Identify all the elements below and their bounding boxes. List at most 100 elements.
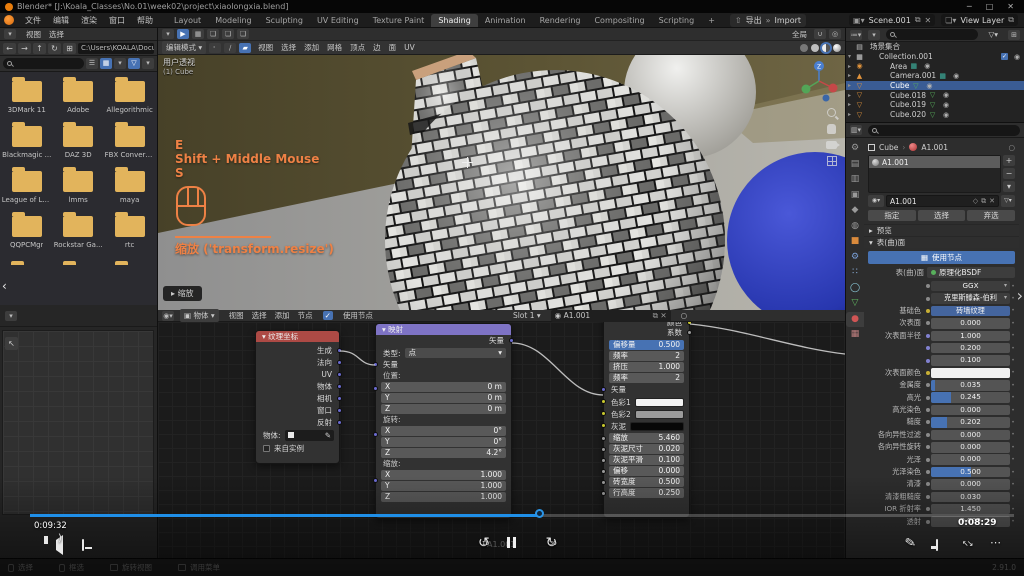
filter-icon[interactable]: ▽▾ (984, 29, 1002, 40)
disclosure-icon[interactable]: ▸ (846, 92, 853, 99)
outliner-row[interactable]: ▸ ▽ Cube ▽ ◉ (846, 80, 1024, 91)
socket-icon[interactable] (337, 420, 342, 425)
node-output-socket[interactable]: UV (256, 369, 342, 381)
value-field[interactable]: 频率 2 (609, 373, 684, 383)
visibility-eye-icon[interactable]: ◉ (922, 62, 932, 70)
editor-type-icon[interactable]: ▾ (162, 29, 174, 39)
menu-item[interactable]: 节点 (294, 310, 317, 321)
node-brick-texture[interactable]: 颜色 系数 偏移量 0.500 频率 2 挤压 1.000 频率 2 矢量 色彩1 (601, 322, 692, 518)
color-swatch[interactable] (931, 367, 1010, 379)
select-extend-icon[interactable]: ❏ (222, 29, 234, 39)
socket-icon[interactable] (601, 458, 606, 463)
add-slot-button[interactable]: + (1003, 155, 1015, 166)
scene-selector[interactable]: ▣▾ Scene.001 ⧉ ✕ (849, 14, 936, 26)
menu-item[interactable]: 窗口 (103, 15, 131, 26)
property-value-slider[interactable]: 1.450 (931, 503, 1010, 515)
property-value-slider[interactable]: 0.000 (931, 442, 1010, 453)
folder-item[interactable]: maya (104, 166, 155, 204)
mode-dropdown[interactable]: 编辑模式 ▾ (162, 41, 207, 54)
node-output-socket[interactable]: 相机 (256, 393, 342, 405)
workspace-tab[interactable]: Modeling (208, 14, 258, 27)
display-capture-icon[interactable] (82, 539, 84, 551)
minimize-button[interactable]: ─ (967, 2, 972, 11)
outliner-search-input[interactable] (886, 29, 979, 40)
unlink-icon[interactable]: ✕ (989, 197, 995, 205)
fullscreen-icon[interactable]: ↖↘ (962, 539, 973, 548)
action-button[interactable]: 选择 (917, 210, 966, 221)
menu-item[interactable]: 视图 (254, 42, 277, 53)
browse-material-icon[interactable]: ◉▾ (868, 195, 884, 207)
editor-type-icon[interactable]: ◉▾ (162, 310, 174, 321)
orientation-dropdown[interactable]: 全局 (788, 28, 811, 41)
list-view-toggle[interactable]: ☰ (86, 58, 98, 69)
properties-tab-icon[interactable]: ◍ (846, 219, 864, 235)
type-dropdown[interactable]: 点 ▾ (404, 348, 506, 358)
disclosure-icon[interactable]: ▸ (846, 72, 853, 79)
property-value-slider[interactable]: 0.000 (931, 429, 1010, 441)
folder-item[interactable]: League of Leg... (1, 166, 52, 204)
copy-icon[interactable]: ⧉ (981, 197, 986, 206)
properties-tab-icon[interactable]: ● (846, 311, 864, 327)
thumbnail-view-toggle[interactable]: ▦ (100, 58, 112, 69)
workspace-tab[interactable]: Rendering (533, 14, 588, 27)
disclosure-icon[interactable]: ▸ (846, 101, 853, 108)
material-preview-icon[interactable] (822, 43, 830, 52)
property-value-slider[interactable]: 1.000 (931, 330, 1010, 341)
value-field[interactable]: Y 0° (381, 437, 506, 447)
tool-icon[interactable]: ↖ (5, 337, 18, 350)
new-folder-button[interactable]: ⊞ (63, 42, 76, 54)
filter-icon[interactable]: ▽ (128, 58, 140, 69)
filter-type-icon[interactable]: ▾ (868, 29, 880, 40)
export-button[interactable]: 导出 (746, 15, 762, 26)
properties-tab-icon[interactable]: ▣ (846, 188, 864, 204)
value-field[interactable]: 频率 2 (609, 351, 684, 361)
fake-user-icon[interactable]: ◇ (973, 197, 978, 205)
workspace-tab[interactable]: Scripting (652, 14, 702, 27)
value-field[interactable]: X 1.000 (381, 470, 506, 480)
socket-icon[interactable] (509, 338, 514, 343)
socket-icon[interactable] (373, 362, 378, 367)
search-input[interactable] (3, 58, 84, 69)
socket-icon[interactable] (601, 469, 606, 474)
object-picker-field[interactable]: ✎ (284, 429, 334, 441)
shader-dropdown[interactable]: 原理化BSDF (927, 267, 1015, 278)
socket-icon[interactable] (687, 330, 692, 335)
properties-tab-icon[interactable]: ∷ (846, 265, 864, 281)
folder-item[interactable]: 3DMark 11 (1, 76, 52, 114)
back-button[interactable]: ← (3, 42, 16, 54)
visibility-eye-icon[interactable]: ◉ (941, 111, 951, 119)
property-value-slider[interactable]: 克里斯滕森-伯利 (931, 293, 1010, 304)
filter-dropdown[interactable]: ▽▾ (1001, 195, 1015, 207)
close-button[interactable]: ✕ (1007, 2, 1014, 11)
node-output-socket[interactable]: 法向 (256, 357, 342, 369)
node-output-socket[interactable]: 物体 (256, 381, 342, 393)
folder-item[interactable]: FBX Converte... (104, 121, 155, 159)
menu-item[interactable]: 编辑 (47, 15, 75, 26)
color-input-row[interactable]: 色彩1 (601, 396, 689, 408)
outliner-row[interactable]: ▸ ▽ Cube.018 ▽ ◉ (846, 90, 1024, 100)
value-field[interactable]: Z0 m (381, 404, 506, 414)
socket-icon[interactable] (337, 360, 342, 365)
workspace-tab[interactable]: UV Editing (310, 14, 366, 27)
value-input-row[interactable]: 灰泥平滑 0.100 (601, 455, 689, 465)
menu-item[interactable]: 选择 (45, 29, 68, 40)
properties-tab-icon[interactable]: ■ (846, 234, 864, 250)
maximize-button[interactable]: □ (986, 2, 994, 11)
property-value-slider[interactable]: 砖墙纹理 (931, 305, 1010, 317)
snap-icon[interactable]: ∪ (814, 29, 826, 39)
value-field[interactable]: Y0 m (381, 393, 506, 403)
visibility-eye-icon[interactable]: ◉ (951, 72, 961, 80)
outliner-row[interactable]: ▸ ▲ Camera.001 ▦ ◉ (846, 71, 1024, 81)
path-field[interactable]: C:\Users\KOALA\Docu.. (78, 42, 154, 54)
socket-icon[interactable] (337, 348, 342, 353)
menu-item[interactable]: 选择 (248, 310, 271, 321)
value-input-row[interactable]: 缩放 5.460 (601, 433, 689, 443)
socket-icon[interactable] (601, 447, 606, 452)
socket-icon[interactable] (601, 411, 606, 416)
value-field[interactable]: 挤压 1.000 (609, 362, 684, 372)
color-swatch[interactable] (634, 397, 684, 407)
slot-specials-dropdown[interactable]: ▾ (1003, 181, 1015, 192)
shader-node-editor[interactable]: ◉▾ ▣ 物体 ▾ 视图 选择 添加 节点 ✓ 使用节点 Slot 1 ▾ ◉ A1.… (158, 309, 845, 558)
unlink-icon[interactable]: ✕ (925, 16, 932, 25)
expand-chevron-icon[interactable]: › (1017, 286, 1023, 305)
